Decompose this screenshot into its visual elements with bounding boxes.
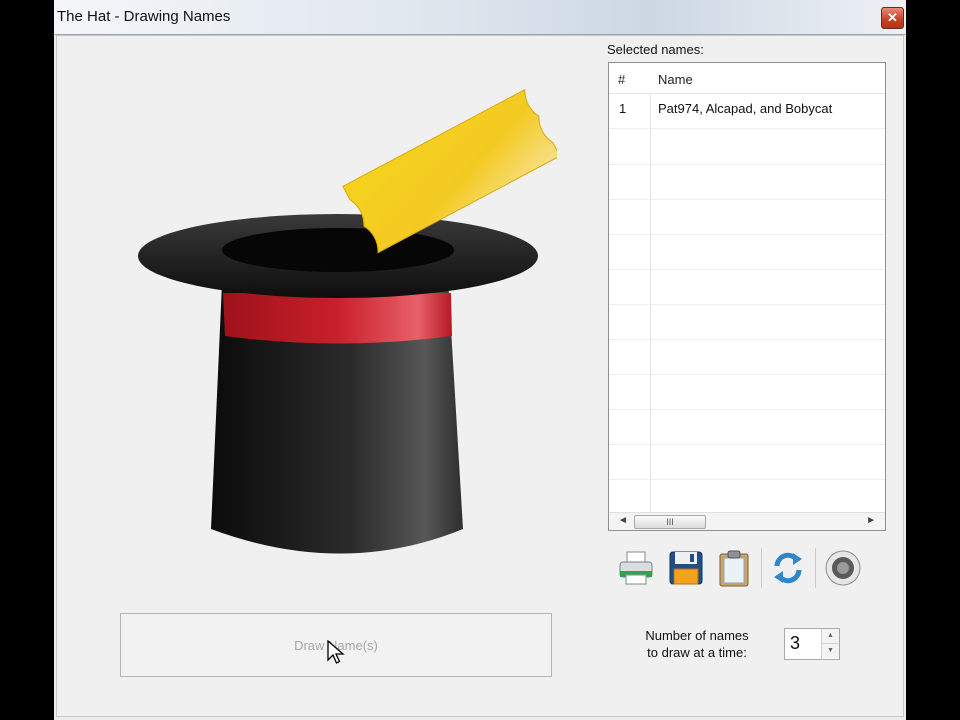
client-area: Draw Name(s) Selected names: # Name 1 Pa…: [56, 35, 904, 717]
hat-illustration: [138, 88, 557, 554]
names-per-draw-stepper[interactable]: 3 ▲ ▼: [784, 628, 840, 660]
save-disk-icon: [669, 551, 703, 585]
empty-row: [609, 374, 885, 410]
names-per-draw-label-line1: Number of names: [645, 628, 749, 643]
chevron-down-icon: ▼: [827, 647, 834, 654]
empty-row: [609, 339, 885, 375]
empty-row: [609, 269, 885, 305]
hat-opening: [222, 228, 454, 272]
empty-row: [609, 129, 885, 165]
sound-button[interactable]: [822, 546, 864, 590]
print-button[interactable]: [615, 546, 657, 590]
scroll-thumb[interactable]: III: [634, 515, 706, 529]
empty-row: [609, 444, 885, 480]
empty-row: [609, 304, 885, 340]
close-icon: ✕: [887, 10, 898, 25]
empty-row: [609, 199, 885, 235]
column-header-number[interactable]: #: [618, 72, 625, 87]
stepper-buttons: ▲ ▼: [821, 629, 839, 659]
scroll-left-icon[interactable]: ◄: [618, 515, 628, 526]
toolbar-separator: [761, 548, 762, 588]
names-per-draw-label-line2: to draw at a time:: [647, 645, 747, 660]
reset-button[interactable]: [767, 546, 809, 590]
printer-icon: [619, 551, 653, 585]
horizontal-scrollbar[interactable]: ◄ III ►: [609, 512, 885, 530]
title-bar[interactable]: The Hat - Drawing Names ✕: [54, 0, 906, 35]
empty-row: [609, 479, 885, 515]
save-button[interactable]: [665, 546, 707, 590]
hat-band: [223, 293, 452, 344]
column-header-name[interactable]: Name: [658, 72, 693, 87]
app-window: The Hat - Drawing Names ✕ Draw Name(s) S…: [54, 0, 906, 720]
row-number: 1: [619, 101, 627, 116]
names-per-draw-label: Number of names to draw at a time:: [637, 627, 757, 661]
names-per-draw-value[interactable]: 3: [790, 633, 800, 654]
toolbar-separator: [815, 548, 816, 588]
selected-names-list[interactable]: # Name 1 Pat974, Alcapad, and Bobycat ◄ …: [608, 62, 886, 531]
mouse-cursor-icon: [327, 640, 345, 664]
list-header: # Name: [609, 63, 885, 94]
close-button[interactable]: ✕: [881, 7, 904, 29]
stepper-up-button[interactable]: ▲: [822, 629, 839, 644]
clipboard-button[interactable]: [713, 546, 755, 590]
speaker-icon: [825, 550, 861, 586]
empty-row: [609, 234, 885, 270]
empty-row: [609, 409, 885, 445]
scroll-right-icon[interactable]: ►: [866, 515, 876, 526]
chevron-up-icon: ▲: [827, 632, 834, 639]
scroll-grip-icon: III: [666, 517, 674, 527]
selected-names-label: Selected names:: [607, 42, 704, 57]
stepper-down-button[interactable]: ▼: [822, 644, 839, 658]
row-name: Pat974, Alcapad, and Bobycat: [658, 101, 833, 116]
list-row[interactable]: 1 Pat974, Alcapad, and Bobycat: [609, 93, 885, 129]
clipboard-icon: [719, 550, 749, 587]
window-title: The Hat - Drawing Names: [57, 8, 231, 25]
empty-row: [609, 164, 885, 200]
refresh-icon: [774, 552, 802, 584]
